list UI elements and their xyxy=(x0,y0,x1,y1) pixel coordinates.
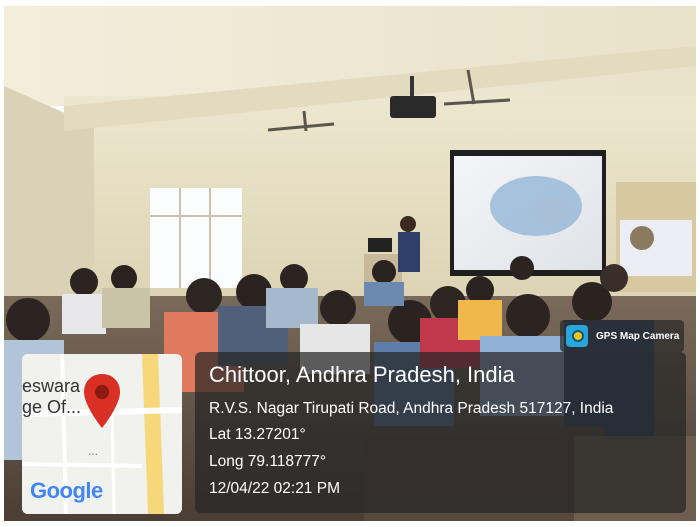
map-place-label-1: eswara xyxy=(22,376,81,396)
google-wordmark: Google xyxy=(30,478,103,503)
gps-badge-label: GPS Map Camera xyxy=(596,330,680,342)
google-logo: Google xyxy=(30,478,103,504)
datetime-line: 12/04/22 02:21 PM xyxy=(209,480,340,497)
latitude-line: Lat 13.27201° xyxy=(209,426,306,443)
place-title: Chittoor, Andhra Pradesh, India xyxy=(209,362,515,387)
map-dots-label: ... xyxy=(88,444,99,458)
longitude-line: Long 79.118777° xyxy=(209,453,327,470)
gps-map-camera-badge: GPS Map Camera xyxy=(560,320,684,352)
map-pin-icon xyxy=(84,374,120,428)
screenshot: GPS Map Camera eswara ge Of... ... Googl… xyxy=(0,0,700,527)
map-place-label-2: ge Of... xyxy=(22,397,82,417)
camera-icon xyxy=(566,325,588,347)
address-line: R.V.S. Nagar Tirupati Road, Andhra Prade… xyxy=(209,400,614,417)
map-thumbnail: eswara ge Of... ... Google xyxy=(22,354,182,514)
